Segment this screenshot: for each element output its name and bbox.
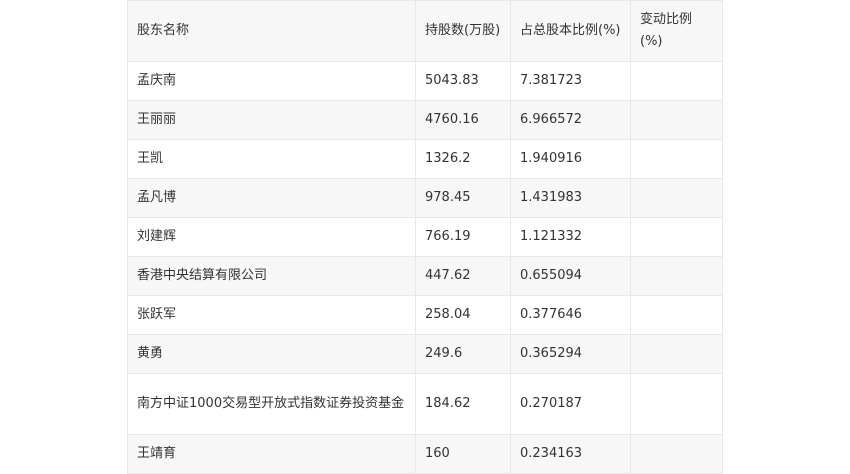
- cell-shares: 766.19: [415, 217, 511, 257]
- cell-shares: 1326.2: [415, 139, 511, 179]
- cell-name: 孟凡博: [127, 178, 416, 218]
- cell-change: [630, 334, 723, 374]
- cell-ratio: 0.365294: [510, 334, 631, 374]
- cell-change: [630, 295, 723, 335]
- table-row: 王凯 1326.2 1.940916: [127, 139, 723, 179]
- cell-change: [630, 100, 723, 140]
- cell-change: [630, 217, 723, 257]
- header-change-ratio: 变动比例(%): [630, 0, 723, 62]
- cell-shares: 978.45: [415, 178, 511, 218]
- cell-shares: 4760.16: [415, 100, 511, 140]
- cell-ratio: 0.377646: [510, 295, 631, 335]
- cell-shares: 249.6: [415, 334, 511, 374]
- cell-name: 王靖育: [127, 434, 416, 474]
- table-row: 香港中央结算有限公司 447.62 0.655094: [127, 256, 723, 296]
- header-shareholder-name: 股东名称: [127, 0, 416, 62]
- cell-change: [630, 434, 723, 474]
- cell-shares: 447.62: [415, 256, 511, 296]
- cell-ratio: 1.431983: [510, 178, 631, 218]
- cell-change: [630, 139, 723, 179]
- cell-change: [630, 61, 723, 101]
- cell-change: [630, 256, 723, 296]
- cell-ratio: 7.381723: [510, 61, 631, 101]
- header-shares-held: 持股数(万股): [415, 0, 511, 62]
- cell-ratio: 1.940916: [510, 139, 631, 179]
- table-header-row: 股东名称 持股数(万股) 占总股本比例(%) 变动比例(%): [127, 0, 723, 62]
- cell-name: 黄勇: [127, 334, 416, 374]
- cell-ratio: 6.966572: [510, 100, 631, 140]
- cell-change: [630, 178, 723, 218]
- table-row: 张跃军 258.04 0.377646: [127, 295, 723, 335]
- cell-shares: 184.62: [415, 373, 511, 435]
- cell-ratio: 0.234163: [510, 434, 631, 474]
- cell-ratio: 0.655094: [510, 256, 631, 296]
- cell-name: 香港中央结算有限公司: [127, 256, 416, 296]
- table-row: 黄勇 249.6 0.365294: [127, 334, 723, 374]
- table-row: 王丽丽 4760.16 6.966572: [127, 100, 723, 140]
- cell-name: 刘建辉: [127, 217, 416, 257]
- cell-ratio: 1.121332: [510, 217, 631, 257]
- cell-shares: 5043.83: [415, 61, 511, 101]
- cell-name: 南方中证1000交易型开放式指数证券投资基金: [127, 373, 416, 435]
- cell-name: 王凯: [127, 139, 416, 179]
- table-row: 孟庆南 5043.83 7.381723: [127, 61, 723, 101]
- cell-name: 张跃军: [127, 295, 416, 335]
- header-share-ratio: 占总股本比例(%): [510, 0, 631, 62]
- cell-name: 孟庆南: [127, 61, 416, 101]
- shareholder-table-container: 股东名称 持股数(万股) 占总股本比例(%) 变动比例(%) 孟庆南 5043.…: [127, 0, 723, 474]
- table-row: 王靖育 160 0.234163: [127, 434, 723, 474]
- table-row: 南方中证1000交易型开放式指数证券投资基金 184.62 0.270187: [127, 373, 723, 435]
- cell-name: 王丽丽: [127, 100, 416, 140]
- table-row: 刘建辉 766.19 1.121332: [127, 217, 723, 257]
- cell-shares: 258.04: [415, 295, 511, 335]
- table-row: 孟凡博 978.45 1.431983: [127, 178, 723, 218]
- cell-shares: 160: [415, 434, 511, 474]
- cell-change: [630, 373, 723, 435]
- cell-ratio: 0.270187: [510, 373, 631, 435]
- shareholder-table: 股东名称 持股数(万股) 占总股本比例(%) 变动比例(%) 孟庆南 5043.…: [127, 0, 723, 474]
